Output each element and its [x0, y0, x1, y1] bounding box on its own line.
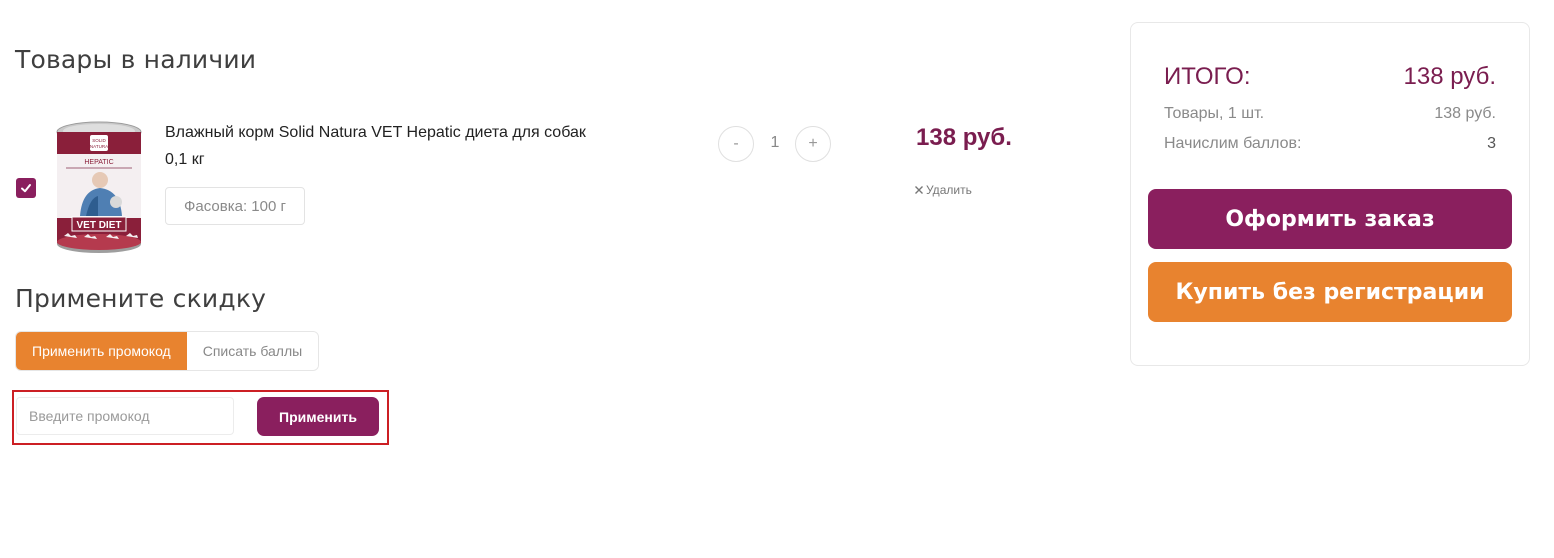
- items-sum-value: 138 руб.: [1434, 105, 1496, 122]
- points-label: Начислим баллов:: [1164, 135, 1302, 152]
- discount-tabs: Применить промокод Списать баллы: [15, 331, 320, 371]
- quantity-decrease-button[interactable]: -: [718, 126, 754, 162]
- items-count-label: Товары, 1 шт.: [1164, 105, 1265, 122]
- variant-selector[interactable]: Фасовка: 100 г: [165, 187, 305, 225]
- product-name[interactable]: Влажный корм Solid Natura VET Hepatic ди…: [165, 124, 586, 142]
- can-series-text: VET DIET: [76, 220, 121, 231]
- apply-promo-button[interactable]: Применить: [257, 397, 379, 436]
- delete-item-link[interactable]: Удалить: [914, 183, 972, 197]
- product-weight: 0,1 кг: [165, 151, 205, 168]
- product-checkbox[interactable]: [16, 178, 36, 198]
- quantity-value: 1: [770, 134, 780, 151]
- product-price: 138 руб.: [916, 124, 1012, 151]
- buy-without-registration-button[interactable]: Купить без регистрации: [1148, 262, 1512, 322]
- promo-code-input[interactable]: [16, 397, 234, 435]
- total-value: 138 руб.: [1403, 63, 1496, 90]
- discount-title: Примените скидку: [15, 284, 267, 313]
- tab-points[interactable]: Списать баллы: [186, 332, 319, 370]
- check-icon: [21, 184, 31, 193]
- svg-text:NATURA: NATURA: [90, 144, 108, 149]
- cart-page: Товары в наличии SOLID NATURA HEPATIC VE…: [0, 0, 1554, 558]
- quantity-increase-button[interactable]: +: [795, 126, 831, 162]
- close-icon: [915, 186, 923, 194]
- tab-promocode[interactable]: Применить промокод: [16, 332, 187, 370]
- can-brand-text: SOLID: [92, 138, 106, 143]
- points-value: 3: [1487, 135, 1496, 152]
- checkout-button[interactable]: Оформить заказ: [1148, 189, 1512, 249]
- can-line-text: HEPATIC: [84, 159, 113, 166]
- product-image[interactable]: SOLID NATURA HEPATIC VET DIET: [50, 118, 148, 258]
- delete-label: Удалить: [926, 183, 972, 197]
- available-items-title: Товары в наличии: [15, 45, 257, 74]
- total-label: ИТОГО:: [1164, 63, 1251, 90]
